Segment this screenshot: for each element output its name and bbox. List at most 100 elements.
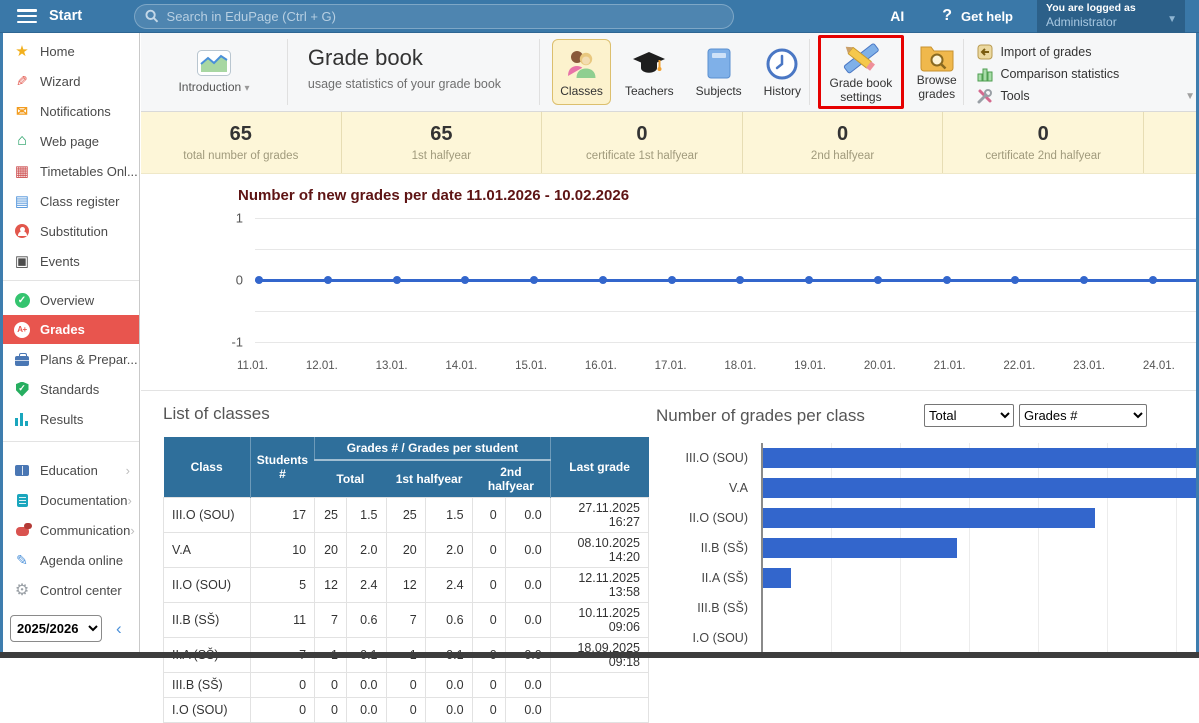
sidebar-item-wizard[interactable]: Wizard xyxy=(0,66,139,96)
sidebar-divider xyxy=(0,280,139,281)
browse-grades-button[interactable]: Browse grades xyxy=(911,33,963,111)
sidebar-item-agenda-online[interactable]: Agenda online xyxy=(0,545,139,575)
comparison-statistics-button[interactable]: Comparison statistics xyxy=(976,63,1199,85)
col-header-students[interactable]: Students # xyxy=(250,437,314,498)
get-help-button[interactable]: Get help xyxy=(961,9,1013,24)
user-menu[interactable]: You are logged as Administrator ▼ xyxy=(1037,0,1185,33)
col-header-2nd-halfyear[interactable]: 2nd halfyear xyxy=(472,460,550,498)
tab-teachers[interactable]: Teachers xyxy=(617,39,682,105)
main-content: Introduction ▾ Grade book usage statisti… xyxy=(141,33,1199,658)
magic-wand-icon xyxy=(13,73,31,90)
col-header-last-grade[interactable]: Last grade xyxy=(550,437,648,498)
tab-classes[interactable]: Classes xyxy=(552,39,611,105)
stat-certificate-1st-halfyear: 0certificate 1st halfyear xyxy=(542,112,743,173)
sidebar-item-notifications[interactable]: Notifications xyxy=(0,96,139,126)
chevron-down-icon: ▼ xyxy=(1167,14,1177,25)
table-row[interactable]: V.A10202.0202.000.008.10.2025 14:20 xyxy=(164,533,649,568)
bar xyxy=(763,538,957,558)
sidebar-item-overview[interactable]: Overview xyxy=(0,285,139,315)
sidebar-item-web-page[interactable]: Web page xyxy=(0,126,139,156)
sidebar-item-control-center[interactable]: Control center xyxy=(0,575,139,605)
y-tick-label: 1 xyxy=(236,211,243,226)
search-box[interactable] xyxy=(134,4,734,29)
gear-icon xyxy=(13,580,31,600)
y-tick-label: 0 xyxy=(236,273,243,288)
gradebook-toolbar: Introduction ▾ Grade book usage statisti… xyxy=(141,33,1199,112)
table-row[interactable]: III.B (SŠ)000.000.000.0 xyxy=(164,673,649,698)
search-icon xyxy=(145,9,158,23)
person-icon xyxy=(15,224,29,238)
book-icon xyxy=(705,47,733,81)
chevron-right-icon xyxy=(130,523,134,538)
envelope-icon xyxy=(13,103,31,120)
check-circle-icon xyxy=(15,293,30,308)
col-header-1st-halfyear[interactable]: 1st halfyear xyxy=(386,460,472,498)
school-year-select[interactable]: 2025/2026 xyxy=(10,615,102,642)
table-row[interactable]: II.B (SŠ)1170.670.600.010.11.2025 09:06 xyxy=(164,603,649,638)
bar-chart-icon xyxy=(15,413,29,426)
divider xyxy=(963,39,964,105)
folder-search-icon xyxy=(919,42,955,72)
pen-icon xyxy=(13,552,31,569)
ai-button[interactable]: AI xyxy=(890,8,904,24)
page-title-block: Grade book usage statistics of your grad… xyxy=(288,33,539,111)
sidebar-item-standards[interactable]: Standards xyxy=(0,374,139,404)
data-points xyxy=(255,276,1157,284)
table-row[interactable]: III.O (SOU)17251.5251.500.027.11.2025 16… xyxy=(164,498,649,533)
chat-bubbles-icon xyxy=(16,527,29,536)
sidebar-item-timetables[interactable]: Timetables Onl... xyxy=(0,156,139,186)
sidebar-item-communication[interactable]: Communication xyxy=(0,515,139,545)
list-of-classes-panel: List of classes Class Students # Grades … xyxy=(141,391,646,658)
help-icon: ? xyxy=(942,7,952,25)
sidebar-item-education[interactable]: Education xyxy=(0,455,139,485)
bar xyxy=(763,568,791,588)
chevron-down-icon: ▾ xyxy=(245,83,250,94)
sidebar-item-home[interactable]: Home xyxy=(0,36,139,66)
chevron-right-icon xyxy=(127,493,131,508)
sidebar-item-results[interactable]: Results xyxy=(0,404,139,434)
tools-button[interactable]: Tools ▼ xyxy=(976,85,1199,107)
table-row[interactable]: I.O (SOU)000.000.000.0 xyxy=(164,698,649,723)
search-input[interactable] xyxy=(167,9,724,24)
chevron-right-icon xyxy=(126,463,130,478)
notebook-icon xyxy=(13,192,31,210)
col-header-class[interactable]: Class xyxy=(164,437,251,498)
clipboard-icon xyxy=(17,494,28,507)
people-icon xyxy=(564,47,600,81)
graduation-cap-icon xyxy=(631,47,667,81)
grade-book-settings-button[interactable]: Grade book settings xyxy=(818,35,904,110)
chart-title: Number of new grades per date 11.01.2026… xyxy=(238,187,629,204)
tab-history[interactable]: History xyxy=(756,39,809,105)
start-label[interactable]: Start xyxy=(49,8,82,24)
sidebar-item-class-register[interactable]: Class register xyxy=(0,186,139,216)
sidebar-divider xyxy=(0,441,139,442)
stat-stub xyxy=(1144,112,1199,173)
grades-per-class-panel: Number of grades per class Total Grades … xyxy=(646,391,1199,658)
page-subtitle: usage statistics of your grade book xyxy=(308,77,539,91)
panel-heading: Number of grades per class xyxy=(656,406,865,426)
clock-icon xyxy=(765,47,799,81)
divider xyxy=(809,39,810,105)
x-axis-labels: 11.01.12.01.13.01.14.01.15.01.16.01.17.0… xyxy=(237,360,1175,372)
briefcase-icon xyxy=(15,356,29,366)
grade-stats-strip: 65total number of grades 651st halfyear … xyxy=(141,112,1199,174)
area-chart-icon xyxy=(197,50,231,76)
sidebar-item-substitution[interactable]: Substitution xyxy=(0,216,139,246)
col-header-total[interactable]: Total xyxy=(315,460,386,498)
user-name: Administrator xyxy=(1046,15,1176,29)
import-of-grades-button[interactable]: Import of grades xyxy=(976,41,1199,63)
metric-filter-select[interactable]: Grades # xyxy=(1019,404,1147,427)
introduction-button[interactable]: Introduction ▾ xyxy=(141,33,287,111)
hamburger-menu-icon[interactable] xyxy=(17,9,37,23)
period-filter-select[interactable]: Total xyxy=(924,404,1014,427)
collapse-sidebar-icon[interactable]: ‹ xyxy=(116,619,122,639)
chevron-down-icon: ▼ xyxy=(1185,91,1195,102)
sidebar-item-documentation[interactable]: Documentation xyxy=(0,485,139,515)
window-frame xyxy=(0,652,1199,658)
sidebar-item-events[interactable]: Events xyxy=(0,246,139,276)
tab-subjects[interactable]: Subjects xyxy=(688,39,750,105)
sidebar-item-plans[interactable]: Plans & Prepar... xyxy=(0,344,139,374)
sidebar-item-grades[interactable]: Grades xyxy=(0,315,139,344)
table-row[interactable]: II.O (SOU)5122.4122.400.012.11.2025 13:5… xyxy=(164,568,649,603)
star-icon xyxy=(13,42,31,60)
